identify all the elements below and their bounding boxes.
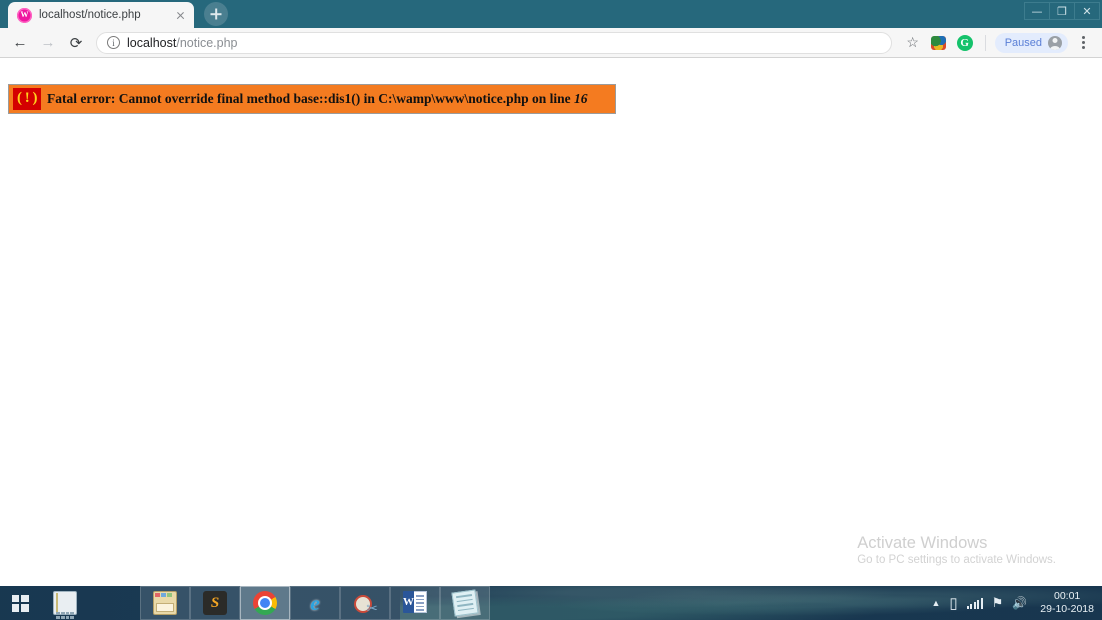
sublime-text-icon: S (203, 591, 227, 615)
battery-icon[interactable]: ▯ (949, 594, 957, 612)
php-fatal-error-box: ( ! ) Fatal error: Cannot override final… (8, 84, 616, 114)
error-exclamation-icon: ( ! ) (13, 88, 41, 110)
clock-date: 29-10-2018 (1040, 603, 1094, 615)
taskbar-apps: S e W (40, 586, 490, 620)
windows-taskbar: S e W ▲ ▯ ⚑ 🔊 (0, 586, 1102, 620)
grammarly-letter: G (956, 34, 973, 51)
error-message-body: Cannot override final method base::dis1(… (115, 91, 574, 106)
back-button[interactable]: ← (8, 31, 32, 55)
reload-button[interactable]: ⟳ (64, 31, 88, 55)
start-button[interactable] (0, 586, 40, 620)
info-icon[interactable]: i (107, 36, 120, 49)
error-message: Fatal error: Cannot override final metho… (47, 91, 588, 107)
system-tray: ▲ ▯ ⚑ 🔊 00:01 29-10-2018 (931, 586, 1102, 620)
grammarly-extension-icon[interactable]: G (954, 32, 976, 54)
close-icon[interactable] (173, 8, 188, 23)
taskbar-item-chrome[interactable] (240, 586, 290, 620)
chrome-menu-icon[interactable] (1072, 32, 1094, 54)
bookmark-star-icon[interactable]: ☆ (902, 32, 924, 54)
profile-button[interactable]: Paused (994, 32, 1068, 53)
error-message-prefix: Fatal error: (47, 91, 116, 106)
action-center-icon[interactable]: ⚑ (992, 595, 1004, 611)
url-text: localhost/notice.php (127, 36, 238, 50)
taskbar-item-file-explorer[interactable] (140, 586, 190, 620)
restore-button[interactable]: ❐ (1049, 2, 1075, 20)
page-content: ( ! ) Fatal error: Cannot override final… (0, 59, 1102, 586)
close-window-button[interactable]: ✕ (1074, 2, 1100, 20)
taskbar-item-notepad[interactable] (440, 586, 490, 620)
volume-icon[interactable]: 🔊 (1012, 596, 1027, 610)
folder-icon (153, 591, 177, 615)
droplet-browser-icon (103, 591, 127, 615)
tab-strip: W localhost/notice.php — ❐ ✕ (0, 0, 1102, 28)
minimize-button[interactable]: — (1024, 2, 1050, 20)
scissors-icon (353, 591, 378, 617)
word-icon: W (403, 591, 427, 615)
ie-letter: e (310, 590, 320, 615)
new-tab-button[interactable] (204, 2, 228, 26)
window-controls: — ❐ ✕ (1024, 0, 1100, 22)
url-host: localhost (127, 35, 177, 50)
windows-logo-icon (11, 594, 29, 612)
watermark-title: Activate Windows (857, 533, 988, 552)
activate-windows-watermark: Activate Windows Go to PC settings to ac… (857, 532, 1056, 566)
internet-explorer-icon: e (303, 591, 327, 615)
browser-tab[interactable]: W localhost/notice.php (8, 2, 194, 28)
taskbar-item-calculator[interactable] (40, 586, 90, 620)
favicon-letter: W (20, 10, 29, 19)
watermark-subtitle: Go to PC settings to activate Windows. (857, 554, 1056, 566)
toolbar-divider (984, 34, 986, 51)
taskbar-item-droplet-browser[interactable] (90, 586, 140, 620)
taskbar-item-snipping-tool[interactable] (340, 586, 390, 620)
calculator-icon (53, 591, 77, 619)
taskbar-item-internet-explorer[interactable]: e (290, 586, 340, 620)
browser-toolbar: ← → ⟳ i localhost/notice.php ☆ G Paused (0, 28, 1102, 58)
forward-button[interactable]: → (36, 31, 60, 55)
sublime-letter: S (210, 594, 220, 611)
taskbar-item-word[interactable]: W (390, 586, 440, 620)
error-line-number: 16 (574, 91, 588, 106)
address-bar[interactable]: i localhost/notice.php (96, 31, 892, 54)
clock-time: 00:01 (1054, 589, 1081, 602)
notepad-icon (451, 589, 479, 617)
clock[interactable]: 00:01 29-10-2018 (1036, 590, 1094, 616)
word-letter: W (403, 591, 414, 613)
chrome-icon (253, 591, 277, 615)
idm-extension-icon[interactable] (928, 32, 950, 54)
wamp-favicon: W (17, 7, 32, 23)
network-signal-icon[interactable] (966, 597, 983, 609)
tab-title: localhost/notice.php (39, 9, 141, 21)
show-hidden-icons-button[interactable]: ▲ (931, 598, 940, 608)
avatar (1048, 35, 1062, 50)
browser-window: W localhost/notice.php — ❐ ✕ ← → ⟳ i loc… (0, 0, 1102, 586)
taskbar-item-sublime-text[interactable]: S (190, 586, 240, 620)
profile-status-label: Paused (1004, 36, 1042, 49)
url-path: /notice.php (176, 35, 238, 50)
